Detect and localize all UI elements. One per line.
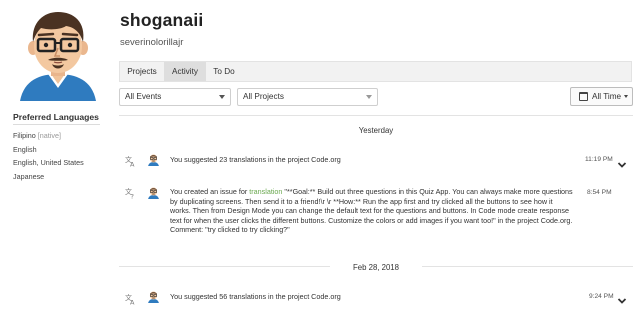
events-filter-dropdown[interactable]: All Events bbox=[119, 88, 231, 106]
chevron-down-icon[interactable] bbox=[617, 156, 627, 168]
tab-to-do[interactable]: To Do bbox=[206, 62, 242, 81]
caret-down-icon bbox=[624, 95, 628, 98]
activity-time: 9:24 PM bbox=[589, 293, 614, 300]
time-filter-button[interactable]: All Time bbox=[570, 87, 633, 106]
username-title: shoganaii bbox=[120, 10, 204, 30]
language-item: Japanese bbox=[13, 170, 84, 184]
calendar-icon bbox=[579, 92, 588, 101]
date-header: Yesterday bbox=[358, 126, 394, 135]
native-tag: [native] bbox=[37, 131, 61, 140]
caret-down-icon bbox=[219, 95, 225, 99]
profile-tabs: Projects Activity To Do bbox=[119, 61, 632, 82]
language-item: Filipino [native] bbox=[13, 129, 84, 143]
svg-text:A: A bbox=[130, 161, 135, 168]
language-name: Japanese bbox=[13, 171, 45, 181]
translate-icon: 文A bbox=[125, 292, 137, 307]
full-name: severinolorillajr bbox=[120, 37, 184, 48]
avatar-icon bbox=[147, 153, 160, 166]
preferred-languages-title: Preferred Languages bbox=[13, 112, 99, 122]
activity-text: You suggested 23 translations in the pro… bbox=[170, 155, 341, 164]
avatar-icon bbox=[147, 186, 160, 199]
projects-filter-value: All Projects bbox=[243, 92, 284, 101]
caret-down-icon bbox=[366, 95, 372, 99]
chevron-down-icon[interactable] bbox=[617, 292, 627, 304]
profile-avatar-illustration bbox=[14, 8, 103, 101]
translation-link[interactable]: translation bbox=[249, 187, 282, 196]
activity-text: You suggested 56 translations in the pro… bbox=[170, 292, 341, 301]
language-name: Filipino bbox=[13, 131, 36, 140]
language-name: English bbox=[13, 144, 37, 154]
projects-filter-dropdown[interactable]: All Projects bbox=[237, 88, 378, 106]
tab-projects[interactable]: Projects bbox=[120, 62, 164, 81]
activity-time: 8:54 PM bbox=[587, 189, 612, 196]
avatar bbox=[14, 8, 103, 101]
svg-text:?: ? bbox=[131, 193, 134, 200]
issue-icon: 文? bbox=[125, 186, 137, 201]
language-item: English, United States bbox=[13, 156, 84, 170]
divider bbox=[119, 115, 633, 116]
language-name: English, United States bbox=[13, 158, 84, 167]
activity-time: 11:19 PM bbox=[585, 156, 613, 163]
sidebar: Preferred Languages Filipino [native] En… bbox=[0, 0, 105, 319]
time-filter-label: All Time bbox=[592, 92, 622, 101]
date-header: Feb 28, 2018 bbox=[330, 263, 422, 272]
svg-text:A: A bbox=[130, 299, 135, 306]
language-item: English bbox=[13, 143, 84, 157]
activity-text: You created an issue for bbox=[170, 187, 250, 196]
activity-comment: Comment: "try clicked to try clicking?" bbox=[170, 225, 290, 235]
divider bbox=[13, 124, 100, 125]
tab-activity[interactable]: Activity bbox=[164, 62, 206, 81]
language-list: Filipino [native] English English, Unite… bbox=[13, 129, 84, 183]
avatar-icon bbox=[147, 290, 160, 303]
events-filter-value: All Events bbox=[125, 92, 162, 101]
issue-activity-text: You created an issue for translation "**… bbox=[170, 187, 575, 235]
translate-icon: 文A bbox=[125, 154, 137, 169]
